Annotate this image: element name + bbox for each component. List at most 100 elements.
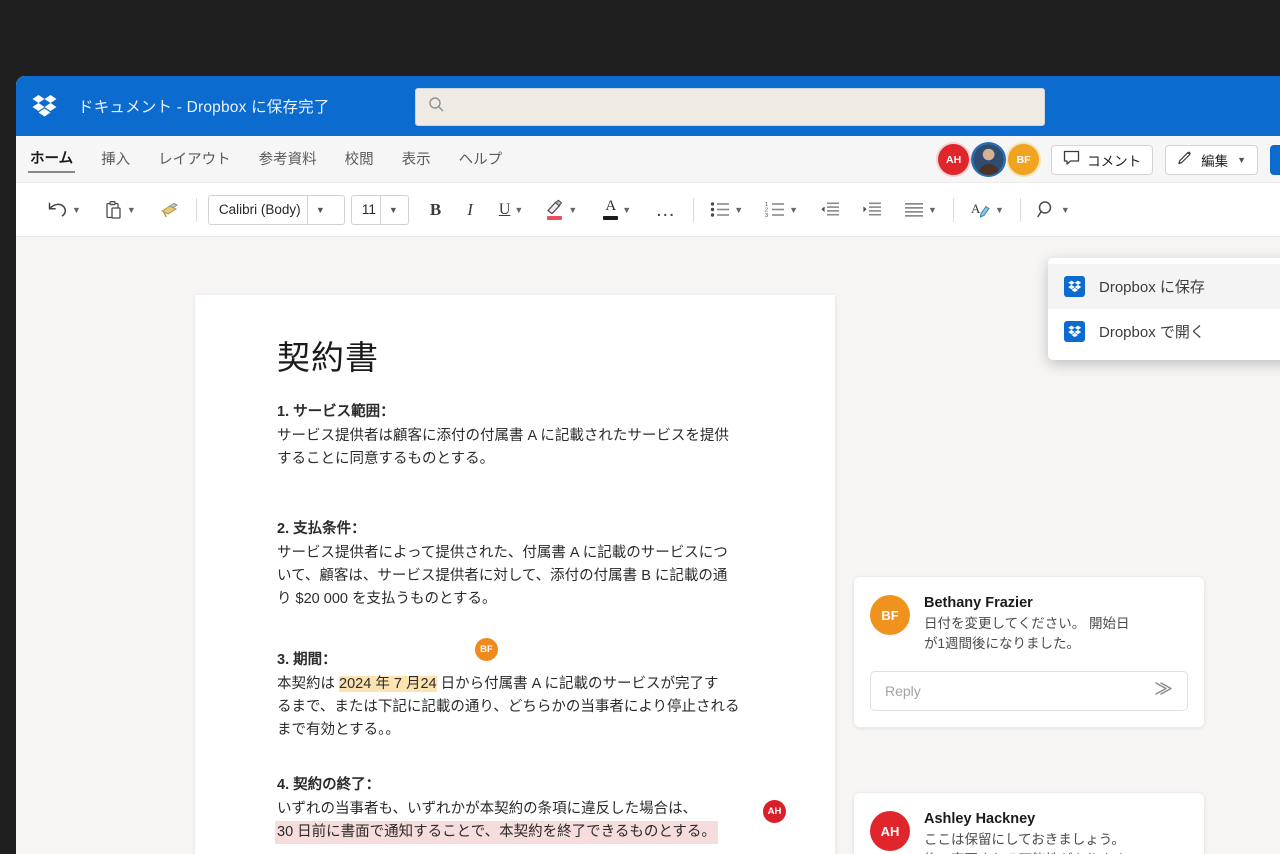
toolbar-divider [952, 197, 954, 222]
chevron-down-icon: ▼ [568, 204, 578, 215]
section-3-heading: 3. 期間： [277, 652, 337, 668]
section-3-highlighted-date[interactable]: 2024 年 7 月24 [339, 676, 437, 692]
dropbox-logo-icon [30, 92, 60, 120]
section-2-line-1: サービス提供者によって提供された、付属書 A に記載のサービスにつ [277, 545, 728, 561]
avatar-bethany-frazier[interactable]: BF [1008, 144, 1040, 175]
comment-anchor-avatar-ah[interactable]: AH [761, 798, 788, 825]
font-name-value: Calibri (Body) [218, 202, 301, 217]
document-heading: 契約書 [277, 338, 379, 377]
chevron-down-icon: ▼ [126, 204, 136, 215]
tab-insert[interactable]: 挿入 [99, 146, 132, 172]
avatar-photo-user[interactable] [973, 144, 1005, 175]
send-icon[interactable] [1154, 681, 1175, 701]
bold-label: B [429, 199, 442, 219]
chevron-down-icon: ▼ [789, 204, 799, 215]
chevron-down-icon: ▼ [1237, 154, 1246, 165]
decrease-indent-button[interactable] [815, 193, 845, 227]
more-formatting-button[interactable]: … [650, 193, 682, 227]
pencil-icon [1177, 150, 1194, 169]
section-2-line-2: いて、顧客は、サービス提供者に対して、添付の付属書 B に記載の通 [277, 568, 728, 585]
avatar-initials: AH [945, 153, 962, 166]
desktop-backdrop: ドキュメント - Dropbox に保存完了 ホーム 挿入 レイアウト 参考資料… [0, 0, 1280, 854]
document-section-3: 3. 期間： 本契約は 2024 年 7 月24 日から付属書 A に記載のサー… [277, 636, 797, 743]
search-box[interactable] [415, 88, 1045, 126]
avatar-ashley-hackney[interactable]: AH [938, 144, 970, 175]
document-page[interactable]: 契約書 1. サービス範囲： サービス提供者は顧客に添付の付属書 A に記載され… [195, 295, 835, 854]
comments-button-label: コメント [1087, 153, 1142, 169]
tab-layout[interactable]: レイアウト [156, 146, 233, 172]
comment-avatar-bf: BF [870, 595, 910, 635]
increase-indent-button[interactable] [857, 193, 887, 227]
styles-button[interactable]: A ▼ [965, 193, 1009, 227]
menu-item-open-in-dropbox[interactable]: Dropbox で開く [1048, 309, 1280, 354]
share-button-partial[interactable] [1270, 144, 1280, 175]
font-name-combo[interactable]: Calibri (Body) ▼ [207, 194, 345, 225]
find-button[interactable]: ▼ [1032, 193, 1075, 227]
font-color-icon: A [603, 199, 619, 220]
svg-text:A: A [971, 201, 981, 216]
tab-view[interactable]: 表示 [400, 146, 433, 172]
search-icon [428, 96, 445, 118]
window-title: ドキュメント - Dropbox に保存完了 [78, 99, 330, 116]
section-2-heading: 2. 支払条件： [277, 521, 366, 537]
document-section-1: 1. サービス範囲： サービス提供者は顧客に添付の付属書 A に記載されたサービ… [277, 400, 797, 471]
comment-reply-field-bethany[interactable] [870, 670, 1188, 711]
tab-review[interactable]: 校閲 [343, 146, 376, 172]
italic-button[interactable]: I [462, 193, 478, 227]
dropbox-dropdown-menu[interactable]: Dropbox に保存 Dropbox で開く [1048, 258, 1280, 360]
reply-input[interactable] [885, 682, 1154, 699]
section-1-heading: 1. サービス範囲： [277, 404, 395, 420]
search-input[interactable] [453, 99, 993, 115]
menu-item-label: Dropbox で開く [1099, 324, 1205, 341]
chevron-down-icon: ▼ [1060, 204, 1070, 215]
comment-avatar-ah: AH [870, 811, 910, 851]
comment-author-name: Ashley Hackney [924, 811, 1036, 827]
title-bar: ドキュメント - Dropbox に保存完了 [16, 76, 1280, 136]
comment-card-ashley[interactable]: AH Ashley Hackney ここは保留にしておきましょう。 後で変更され… [853, 792, 1205, 854]
comment-anchor-avatar-bf[interactable]: BF [473, 636, 500, 663]
tab-home[interactable]: ホーム [28, 145, 76, 173]
edit-mode-button[interactable]: 編集 ▼ [1165, 144, 1258, 175]
section-4-highlighted-line[interactable]: 30 日前に書面で通知することで、本契約を終了できるものとする。 [277, 821, 716, 845]
anchor-initials: BF [480, 644, 493, 655]
paste-button[interactable]: ▼ [99, 193, 141, 227]
comment-bubble-icon [1063, 150, 1080, 169]
comments-button[interactable]: コメント [1051, 144, 1154, 175]
comment-avatar-initials: AH [880, 823, 900, 839]
menu-item-save-to-dropbox[interactable]: Dropbox に保存 [1048, 264, 1280, 309]
toolbar-divider [693, 197, 695, 222]
section-3-line-3: まで有効とする。。 [277, 722, 400, 739]
bold-button[interactable]: B [425, 193, 446, 227]
format-painter-button[interactable] [154, 193, 185, 227]
section-1-line-1: サービス提供者は顧客に添付の付属書 A に記載されたサービスを提供 [277, 428, 729, 444]
section-1-line-2: することに同意するものとする。 [277, 451, 495, 468]
section-4-heading: 4. 契約の終了： [277, 777, 381, 793]
section-3-suffix: 日から付属書 A に記載のサービスが完了す [436, 676, 719, 692]
section-3-prefix: 本契約は [277, 676, 340, 692]
font-color-button[interactable]: A ▼ [598, 193, 636, 227]
italic-label: I [467, 199, 473, 219]
font-size-combo[interactable]: 11 ▼ [350, 194, 409, 225]
text-highlight-button[interactable]: ▼ [540, 193, 582, 227]
tab-references[interactable]: 参考資料 [257, 146, 319, 172]
word-application-window: ドキュメント - Dropbox に保存完了 ホーム 挿入 レイアウト 参考資料… [16, 76, 1280, 854]
bulleted-list-button[interactable]: ▼ [705, 193, 748, 227]
chevron-down-icon: ▼ [928, 204, 937, 215]
toolbar-divider [195, 197, 197, 222]
alignment-button[interactable]: ▼ [899, 193, 942, 227]
tab-help[interactable]: ヘルプ [457, 146, 505, 172]
section-3-line-2: るまで、または下記に記載の通り、どちらかの当事者により停止される [277, 699, 740, 716]
comment-body: BF Bethany Frazier 日付を変更してください。 開始日 が1週間… [854, 577, 1204, 671]
highlighter-icon [545, 199, 564, 220]
underline-button[interactable]: U ▼ [494, 193, 528, 227]
comment-card-bethany[interactable]: BF Bethany Frazier 日付を変更してください。 開始日 が1週間… [853, 576, 1205, 728]
document-section-2: 2. 支払条件： サービス提供者によって提供された、付属書 A に記載のサービス… [277, 517, 797, 612]
font-size-value: 11 [361, 202, 376, 217]
avatar-photo-head [983, 149, 995, 161]
comment-text-line-1: 日付を変更してください。 開始日 [924, 616, 1130, 631]
formatting-toolbar: ▼ ▼ Calibri (Body) ▼ 11 ▼ B I U ▼ ▼ A ▼ … [16, 183, 1280, 237]
undo-button[interactable]: ▼ [42, 193, 86, 227]
anchor-initials: AH [767, 806, 782, 817]
section-2-line-3: り $20 000 を支払うものとする。 [277, 591, 497, 608]
numbered-list-button[interactable]: 1 2 3 ▼ [760, 193, 803, 227]
